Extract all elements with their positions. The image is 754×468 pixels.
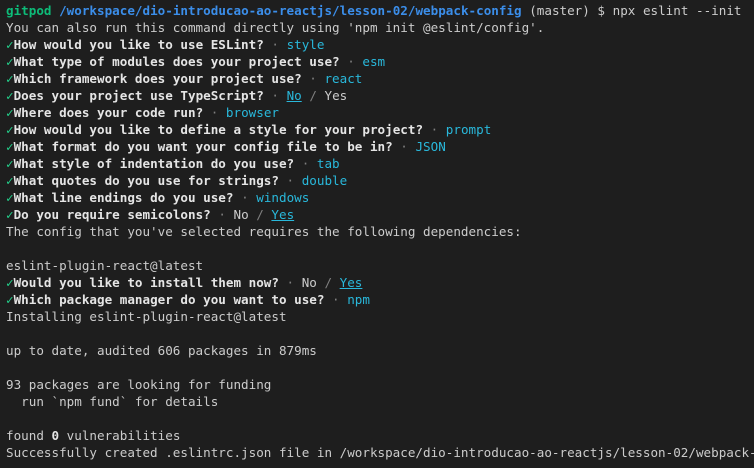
question-text: What type of modules does your project u…	[13, 54, 340, 69]
separator-dot: ·	[263, 37, 287, 52]
separator-dot: ·	[210, 207, 234, 222]
separator-dot: ·	[301, 71, 325, 86]
terminal-output[interactable]: gitpod /workspace/dio-introducao-ao-reac…	[6, 2, 754, 461]
answer-text: esm	[362, 54, 386, 69]
question-text: Do you require semicolons?	[13, 207, 211, 222]
answer-text: npm	[347, 292, 370, 307]
question-text: Which package manager do you want to use…	[13, 292, 325, 307]
unselected-option: Yes	[324, 88, 348, 103]
check-icon: ✓	[6, 275, 14, 290]
question-text: Which framework does your project use?	[13, 71, 302, 86]
check-icon: ✓	[6, 292, 14, 307]
check-icon: ✓	[6, 54, 14, 69]
vulnerabilities-line: found 0 vulnerabilities	[6, 427, 754, 444]
question-text: What format do you want your config file…	[13, 139, 393, 154]
installing-line: Installing eslint-plugin-react@latest	[6, 309, 287, 324]
answer-line-typescript: ✓Does your project use TypeScript? · No …	[6, 87, 754, 104]
answer-text: tab	[316, 156, 340, 171]
prompt-line: gitpod /workspace/dio-introducao-ao-reac…	[6, 2, 754, 19]
answer-line-style: ✓How would you like to define a style fo…	[6, 121, 754, 138]
option-slash: /	[248, 207, 272, 222]
funding-line: 93 packages are looking for funding	[6, 377, 272, 392]
answer-text: JSON	[415, 139, 446, 154]
answer-line-use-eslint: ✓How would you like to use ESLint? · sty…	[6, 36, 754, 53]
selected-option: Yes	[271, 207, 295, 222]
separator-dot: ·	[278, 173, 302, 188]
separator-dot: ·	[233, 190, 257, 205]
dependencies-line: The config that you've selected requires…	[6, 224, 522, 239]
check-icon: ✓	[6, 122, 14, 137]
funding-hint-line: run `npm fund` for details	[6, 394, 219, 409]
question-text: What style of indentation do you use?	[13, 156, 295, 171]
question-text: How would you like to use ESLint?	[13, 37, 264, 52]
check-icon: ✓	[6, 71, 14, 86]
check-icon: ✓	[6, 105, 14, 120]
answer-line-modules: ✓What type of modules does your project …	[6, 53, 754, 70]
separator-dot: ·	[392, 139, 416, 154]
vuln-suffix: vulnerabilities	[59, 428, 181, 443]
answer-line-line-endings: ✓What line endings do you use? · windows	[6, 189, 754, 206]
check-icon: ✓	[6, 156, 14, 171]
separator-dot: ·	[339, 54, 363, 69]
separator-dot: ·	[324, 292, 348, 307]
success-line: Successfully created .eslintrc.json file…	[6, 445, 754, 460]
answer-line-package-manager: ✓Which package manager do you want to us…	[6, 291, 754, 308]
prompt-path: /workspace/dio-introducao-ao-reactjs/les…	[59, 3, 522, 18]
answer-line-format: ✓What format do you want your config fil…	[6, 138, 754, 155]
check-icon: ✓	[6, 88, 14, 103]
question-text: Would you like to install them now?	[13, 275, 279, 290]
question-text: How would you like to define a style for…	[13, 122, 424, 137]
option-slash: /	[316, 275, 340, 290]
answer-text: browser	[225, 105, 279, 120]
answer-text: double	[301, 173, 348, 188]
audit-line: up to date, audited 606 packages in 879m…	[6, 343, 317, 358]
separator-dot: ·	[294, 156, 317, 171]
answer-line-indentation: ✓What style of indentation do you use? ·…	[6, 155, 754, 172]
info-line: You can also run this command directly u…	[6, 20, 545, 35]
check-icon: ✓	[6, 207, 14, 222]
separator-dot: ·	[203, 105, 226, 120]
selected-option: Yes	[339, 275, 363, 290]
unselected-option: No	[301, 275, 317, 290]
question-text: What quotes do you use for strings?	[13, 173, 279, 188]
unselected-option: No	[233, 207, 249, 222]
check-icon: ✓	[6, 37, 14, 52]
question-text: What line endings do you use?	[13, 190, 234, 205]
separator-dot: ·	[423, 122, 446, 137]
answer-line-install: ✓Would you like to install them now? · N…	[6, 274, 754, 291]
answer-text: style	[286, 37, 325, 52]
prompt-user: gitpod	[6, 3, 52, 18]
prompt-command: npx eslint --init	[612, 3, 742, 18]
answer-text: react	[324, 71, 363, 86]
answer-line-framework: ✓Which framework does your project use? …	[6, 70, 754, 87]
vuln-count: 0	[51, 428, 60, 443]
dependency-name: eslint-plugin-react@latest	[6, 258, 204, 273]
check-icon: ✓	[6, 139, 14, 154]
question-text: Where does your code run?	[13, 105, 204, 120]
prompt-branch: (master) $	[521, 3, 613, 18]
answer-text: prompt	[445, 122, 492, 137]
question-text: Does your project use TypeScript?	[13, 88, 264, 103]
answer-text: windows	[256, 190, 310, 205]
option-slash: /	[301, 88, 325, 103]
selected-option: No	[286, 88, 302, 103]
separator-dot: ·	[263, 88, 287, 103]
answer-line-quotes: ✓What quotes do you use for strings? · d…	[6, 172, 754, 189]
answer-line-environment: ✓Where does your code run? · browser	[6, 104, 754, 121]
vuln-prefix: found	[6, 428, 52, 443]
separator-dot: ·	[278, 275, 302, 290]
check-icon: ✓	[6, 190, 14, 205]
check-icon: ✓	[6, 173, 14, 188]
answer-line-semicolons: ✓Do you require semicolons? · No / Yes	[6, 206, 754, 223]
